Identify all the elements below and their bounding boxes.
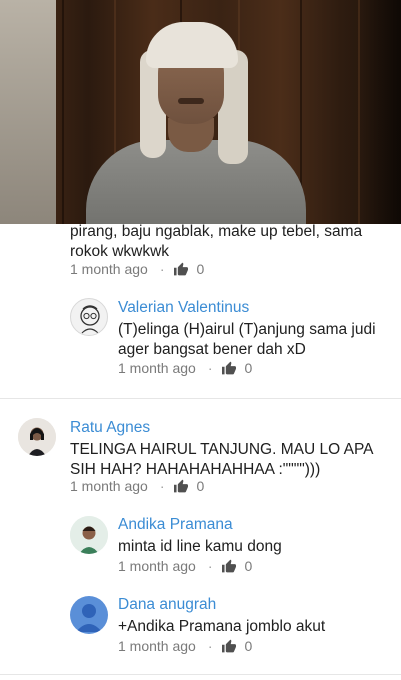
comment-divider bbox=[0, 674, 401, 675]
comment-meta: 1 month ago · 0 bbox=[70, 261, 204, 277]
video-background-wall bbox=[0, 0, 56, 224]
avatar-photo-icon bbox=[18, 418, 56, 456]
video-door-panel bbox=[300, 0, 360, 224]
avatar[interactable] bbox=[18, 418, 56, 456]
comment-divider bbox=[0, 398, 401, 399]
reply-comment: Dana anugrah +Andika Pramana jomblo akut… bbox=[0, 594, 401, 664]
comment-author[interactable]: Andika Pramana bbox=[118, 516, 233, 534]
top-level-comment: Ratu Agnes TELINGA HAIRUL TANJUNG. MAU L… bbox=[0, 414, 401, 504]
avatar[interactable] bbox=[70, 596, 108, 634]
like-count: 0 bbox=[244, 638, 253, 654]
comment-time: 1 month ago bbox=[118, 638, 196, 654]
comment-meta: 1 month ago · 0 bbox=[118, 638, 252, 654]
like-count: 0 bbox=[244, 558, 253, 574]
avatar[interactable] bbox=[70, 298, 108, 336]
comment-author[interactable]: Valerian Valentinus bbox=[118, 299, 249, 317]
comment-text: minta id line kamu dong bbox=[118, 538, 282, 555]
thumbs-up-icon[interactable] bbox=[173, 262, 189, 276]
video-person-mouth bbox=[178, 98, 204, 104]
reply-comment: Andika Pramana minta id line kamu dong 1… bbox=[0, 514, 401, 584]
comment-time: 1 month ago bbox=[118, 360, 196, 376]
like-count: 0 bbox=[196, 478, 205, 494]
reply-comment: Valerian Valentinus (T)elinga (H)airul (… bbox=[0, 294, 401, 384]
comments-list: pirang, baju ngablak, make up tebel, sam… bbox=[0, 223, 401, 680]
comment-text: pirang, baju ngablak, make up tebel, sam… bbox=[70, 223, 363, 260]
comment-text: TELINGA HAIRUL TANJUNG. MAU LO APA SIH H… bbox=[70, 441, 373, 478]
comment-meta: 1 month ago · 0 bbox=[118, 360, 252, 376]
meta-separator: · bbox=[159, 261, 165, 277]
video-person-shirt bbox=[86, 140, 306, 224]
meta-separator: · bbox=[207, 558, 213, 574]
comment-time: 1 month ago bbox=[118, 558, 196, 574]
thumbs-up-icon[interactable] bbox=[221, 361, 237, 375]
default-user-icon bbox=[76, 604, 102, 632]
comment-time: 1 month ago bbox=[70, 478, 148, 494]
comment-text: (T)elinga (H)airul (T)anjung sama judi a… bbox=[118, 321, 376, 358]
video-shadow bbox=[361, 0, 401, 224]
reply-comment: pirang, baju ngablak, make up tebel, sam… bbox=[0, 223, 401, 284]
thumbs-up-icon[interactable] bbox=[173, 479, 189, 493]
thumbs-up-icon[interactable] bbox=[221, 559, 237, 573]
video-player[interactable] bbox=[0, 0, 401, 224]
like-count: 0 bbox=[196, 261, 205, 277]
like-count: 0 bbox=[244, 360, 253, 376]
comment-meta: 1 month ago · 0 bbox=[118, 558, 252, 574]
comment-meta: 1 month ago · 0 bbox=[70, 478, 204, 494]
thumbs-up-icon[interactable] bbox=[221, 639, 237, 653]
comment-author[interactable]: Ratu Agnes bbox=[70, 419, 150, 437]
comment-author[interactable]: Dana anugrah bbox=[118, 596, 216, 614]
meta-separator: · bbox=[207, 360, 213, 376]
comment-text: +Andika Pramana jomblo akut bbox=[118, 618, 326, 635]
meta-separator: · bbox=[159, 478, 165, 494]
avatar[interactable] bbox=[70, 516, 108, 554]
comment-time: 1 month ago bbox=[70, 261, 148, 277]
avatar-sketch-icon bbox=[80, 305, 100, 334]
meta-separator: · bbox=[207, 638, 213, 654]
avatar-photo-icon bbox=[70, 516, 108, 554]
